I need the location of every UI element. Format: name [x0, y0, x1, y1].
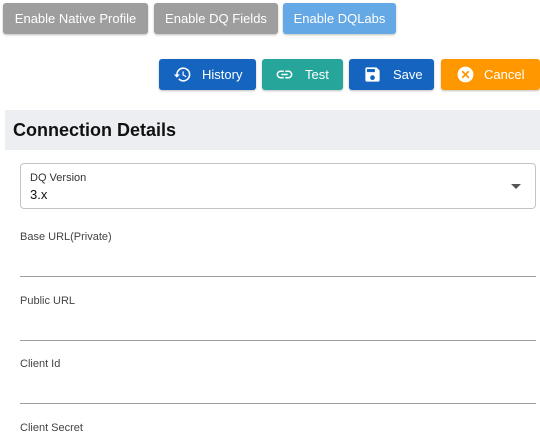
test-button[interactable]: Test [262, 59, 343, 90]
cancel-button-label: Cancel [484, 67, 525, 82]
enable-native-profile-button[interactable]: Enable Native Profile [3, 3, 148, 34]
public-url-underline [20, 340, 536, 341]
save-button-label: Save [393, 67, 423, 82]
history-icon [173, 67, 191, 82]
section-title: Connection Details [13, 120, 177, 140]
history-button[interactable]: History [159, 59, 256, 90]
dq-version-label: DQ Version [30, 172, 87, 184]
enable-dq-fields-button[interactable]: Enable DQ Fields [154, 3, 278, 34]
public-url-field[interactable]: Public URL [20, 295, 536, 341]
cancel-circle-icon [457, 66, 474, 83]
client-secret-label: Client Secret [20, 422, 83, 434]
client-secret-field[interactable]: Client Secret [20, 422, 536, 446]
connection-details-header: Connection Details [5, 110, 540, 150]
cancel-button[interactable]: Cancel [441, 59, 540, 90]
client-id-underline [20, 403, 536, 404]
link-icon [276, 70, 293, 79]
enable-dqlabs-button[interactable]: Enable DQLabs [283, 3, 396, 34]
save-icon [365, 67, 380, 82]
history-button-label: History [202, 67, 243, 82]
public-url-label: Public URL [20, 295, 76, 307]
client-id-field[interactable]: Client Id [20, 358, 536, 404]
base-url-label: Base URL(Private) [20, 231, 112, 243]
dropdown-arrow-icon[interactable] [511, 184, 521, 189]
dq-version-value: 3.x [30, 187, 48, 202]
dq-version-select[interactable]: DQ Version 3.x [20, 163, 536, 209]
test-button-label: Test [305, 67, 329, 82]
save-button[interactable]: Save [349, 59, 434, 90]
connection-form-page: Enable Native Profile Enable DQ Fields E… [0, 0, 540, 446]
base-url-underline [20, 276, 536, 277]
client-id-label: Client Id [20, 358, 61, 370]
base-url-field[interactable]: Base URL(Private) [20, 231, 536, 277]
